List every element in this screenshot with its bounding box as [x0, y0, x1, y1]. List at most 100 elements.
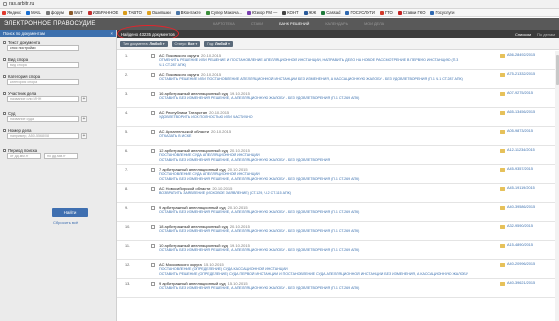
bookmark-label: Сassad	[326, 10, 341, 15]
court-input[interactable]: название суда	[7, 116, 79, 122]
result-link-secondary[interactable]: Ч.1 СТ.287 АПК)	[159, 63, 489, 67]
filter-dropdown[interactable]: Статус: Все ▾	[171, 40, 201, 47]
result-link[interactable]: ОСТАВИТЬ РЕШЕНИЕ ИЛИ ПОСТАНОВЛЕНИЕ АПЕЛЛ…	[159, 77, 489, 81]
case-number-link[interactable]: А56-28492/2015	[507, 53, 535, 57]
date-from-input[interactable]: от дд.мм.гг	[7, 153, 41, 159]
result-link[interactable]: УДОВЛЕТВОРИТЬ ИСК ПОЛНОСТЬЮ ИЛИ ЧАСТИЧНО	[159, 115, 489, 119]
case-number-link[interactable]: А40-39621/2015	[507, 281, 535, 285]
result-row[interactable]: 7. 7 арбитражный апелляционный суд 20.10.2…	[117, 165, 559, 184]
bookmark-item[interactable]: Ставки ГКО	[397, 10, 425, 15]
reset-link[interactable]: Сбросить всё	[53, 220, 78, 225]
case-number-link[interactable]: А45-9357/2015	[507, 167, 533, 171]
result-link[interactable]: ПОСТАНОВЛЕНИЕ СУДА АПЕЛЛЯЦИОННОЙ ИНСТАНЦ…	[159, 153, 489, 157]
result-row[interactable]: 3. 16 арбитражный апелляционный суд 19.10.…	[117, 89, 559, 108]
add-participant-button[interactable]: +	[81, 96, 87, 102]
document-text-input[interactable]: снос постройки	[7, 45, 79, 51]
result-row[interactable]: 6. 12 арбитражный апелляционный суд 20.10.…	[117, 146, 559, 165]
case-number-link[interactable]: А07-9275/2015	[507, 91, 533, 95]
category-select[interactable]: категория спора	[7, 79, 79, 85]
browser-url-bar[interactable]: ras.arbitr.ru	[0, 0, 559, 9]
bookmark-item[interactable]: ГТО	[379, 10, 393, 15]
browser-url[interactable]: ras.arbitr.ru	[9, 1, 34, 7]
date-to-input[interactable]: по дд.мм.гг	[44, 153, 78, 159]
bookmark-item[interactable]: Яндекс	[2, 10, 21, 15]
result-link[interactable]: ПОСТАНОВЛЕНИЕ СУДА АПЕЛЛЯЦИОННОЙ ИНСТАНЦ…	[159, 172, 489, 176]
case-number-link[interactable]: А65-13456/2015	[507, 110, 535, 114]
add-court-button[interactable]: +	[81, 116, 87, 122]
bookmark-label: TABTO	[128, 10, 142, 15]
result-link[interactable]: ОСТАВИТЬ БЕЗ ИЗМЕНЕНИЯ РЕШЕНИЕ, А АПЕЛЛЯ…	[159, 96, 489, 100]
bookmark-icon	[87, 10, 92, 15]
result-row[interactable]: 10. 18 арбитражный апелляционный суд 20.10…	[117, 222, 559, 241]
filter-dropdown[interactable]: Тип документа: Любой ▾	[120, 40, 168, 47]
case-number-link[interactable]: А75-21332/2015	[507, 72, 535, 76]
result-link[interactable]: ОТКАЗАТЬ В ИСКЕ	[159, 134, 489, 138]
add-case-button[interactable]: +	[81, 133, 87, 139]
bookmark-item[interactable]: ЖЖ	[303, 10, 316, 15]
bookmark-item[interactable]: Супер Макоча...	[205, 10, 243, 15]
result-row[interactable]: 11. 10 арбитражный апелляционный суд 19.10…	[117, 241, 559, 260]
bookmark-item[interactable]: ВКонтакте	[175, 10, 201, 15]
result-link-secondary[interactable]: ОСТАВИТЬ РЕШЕНИЕ (ОПРЕДЕЛЕНИЕ) СУДА ПЕРВ…	[159, 272, 489, 276]
filter-dropdown[interactable]: Год: Любой ▾	[204, 40, 233, 47]
bookmark-icon	[146, 10, 151, 15]
find-button[interactable]: Найти	[52, 208, 88, 217]
case-number-link[interactable]: А15-4890/2015	[507, 243, 533, 247]
result-row[interactable]: 1. АС Псковского округа 20.10.2015 ОТМЕНИТЬ…	[117, 51, 559, 70]
bookmark-item[interactable]: MAIL	[26, 10, 41, 15]
by-case-toggle[interactable]: По делам	[537, 32, 555, 37]
close-icon[interactable]: ×	[111, 31, 113, 36]
case-number-link[interactable]: А40-39586/2015	[507, 205, 535, 209]
result-link[interactable]: ОСТАВИТЬ БЕЗ ИЗМЕНЕНИЯ РЕШЕНИЕ, А АПЕЛЛЯ…	[159, 229, 489, 233]
case-number-input[interactable]: например, А50-5568/08	[7, 133, 79, 139]
bookmark-item[interactable]: WoT	[68, 10, 83, 15]
scrollbar[interactable]	[555, 51, 559, 321]
dispute-type-select[interactable]: вид спора	[7, 62, 79, 68]
bookmark-item[interactable]: Госуслуги	[430, 10, 454, 15]
result-row[interactable]: 5. АС Архангельской области 20.10.2015 ОТКА…	[117, 127, 559, 146]
bookmark-item[interactable]: ИЗБРАННОЕ	[87, 10, 118, 15]
case-number-link[interactable]: А40-20996/2015	[507, 262, 535, 266]
folder-icon	[500, 206, 505, 210]
bookmark-item[interactable]: TABTO	[123, 10, 142, 15]
site-brand[interactable]: ЭЛЕКТРОННОЕ ПРАВОСУДИЕ	[0, 21, 205, 27]
result-link[interactable]: ОСТАВИТЬ БЕЗ ИЗМЕНЕНИЯ РЕШЕНИЕ, А АПЕЛЛЯ…	[159, 286, 489, 290]
case-number-link[interactable]: А32-9590/2015	[507, 224, 533, 228]
folder-icon	[500, 282, 505, 286]
result-row[interactable]: 9. 9 арбитражный апелляционный суд 20.10.2…	[117, 203, 559, 222]
nav-tab[interactable]: Стаки	[243, 22, 271, 26]
result-link[interactable]: ПОСТАНОВЛЕНИЕ (ОПРЕДЕЛЕНИЕ) СУДА КАССАЦИ…	[159, 267, 489, 271]
result-row[interactable]: 13. 9 арбитражный апелляционный суд 15.10.…	[117, 279, 559, 298]
result-row[interactable]: 2. АС Псковского округа 20.10.2015 ОСТАВИТЬ…	[117, 70, 559, 89]
nav-tab[interactable]: Календарь	[317, 22, 356, 26]
nav-tab[interactable]: Картотека	[205, 22, 243, 26]
result-link[interactable]: ОСТАВИТЬ БЕЗ ИЗМЕНЕНИЯ РЕШЕНИЕ, А АПЕЛЛЯ…	[159, 210, 489, 214]
bookmark-item[interactable]: форум	[45, 10, 64, 15]
case-number-link[interactable]: А05-9873/2015	[507, 129, 533, 133]
chevron-down-icon: ▾	[228, 41, 230, 46]
case-number-link[interactable]: А45-19119/2015	[507, 186, 535, 190]
participant-input[interactable]: название или ИНН	[7, 96, 79, 102]
result-row[interactable]: 8. АС Новосибирской области 20.10.2015 ВОЗВ…	[117, 184, 559, 203]
scrollbar-thumb[interactable]	[555, 55, 559, 85]
result-link-secondary[interactable]: ОСТАВИТЬ БЕЗ ИЗМЕНЕНИЯ РЕШЕНИЕ, А АПЕЛЛЯ…	[159, 158, 489, 162]
result-link[interactable]: ВОЗВРАТИТЬ ЗАЯВЛЕНИЕ (ИСКОВОЕ ЗАЯВЛЕНИЕ)…	[159, 191, 489, 195]
checkbox-icon[interactable]	[3, 40, 6, 44]
bookmark-item[interactable]: Юзкор FM —	[247, 10, 277, 15]
bookmark-item[interactable]: Сassad	[321, 10, 340, 15]
list-view-toggle[interactable]: Списком	[515, 32, 531, 37]
result-link[interactable]: ОТМЕНИТЬ РЕШЕНИЕ ИЛИ РЕШЕНИЕ И ПОСТАНОВЛ…	[159, 58, 489, 62]
bookmark-label: Супер Макоча...	[210, 10, 243, 15]
checkbox-icon[interactable]	[3, 57, 6, 61]
bookmark-item[interactable]: ГОСУСЛУГИ	[345, 10, 375, 15]
result-link[interactable]: ОСТАВИТЬ БЕЗ ИЗМЕНЕНИЯ РЕШЕНИЕ, А АПЕЛЛЯ…	[159, 248, 489, 252]
nav-tab[interactable]: Мои дела	[356, 22, 392, 26]
result-row[interactable]: 12. АС Московского округа 15.10.2015 ПОСТАН…	[117, 260, 559, 279]
result-link-secondary[interactable]: ОСТАВИТЬ БЕЗ ИЗМЕНЕНИЯ РЕШЕНИЕ, А АПЕЛЛЯ…	[159, 177, 489, 181]
checkbox-icon[interactable]	[3, 74, 6, 78]
result-row[interactable]: 4. АС Республики Татарстан 20.10.2015 УДОВЛ…	[117, 108, 559, 127]
bookmark-item[interactable]: КОНТ	[282, 10, 299, 15]
nav-tab[interactable]: Банк решений	[271, 22, 317, 26]
bookmark-item[interactable]: Ошипшки	[146, 10, 171, 15]
case-number-link[interactable]: А12-11234/2015	[507, 148, 535, 152]
